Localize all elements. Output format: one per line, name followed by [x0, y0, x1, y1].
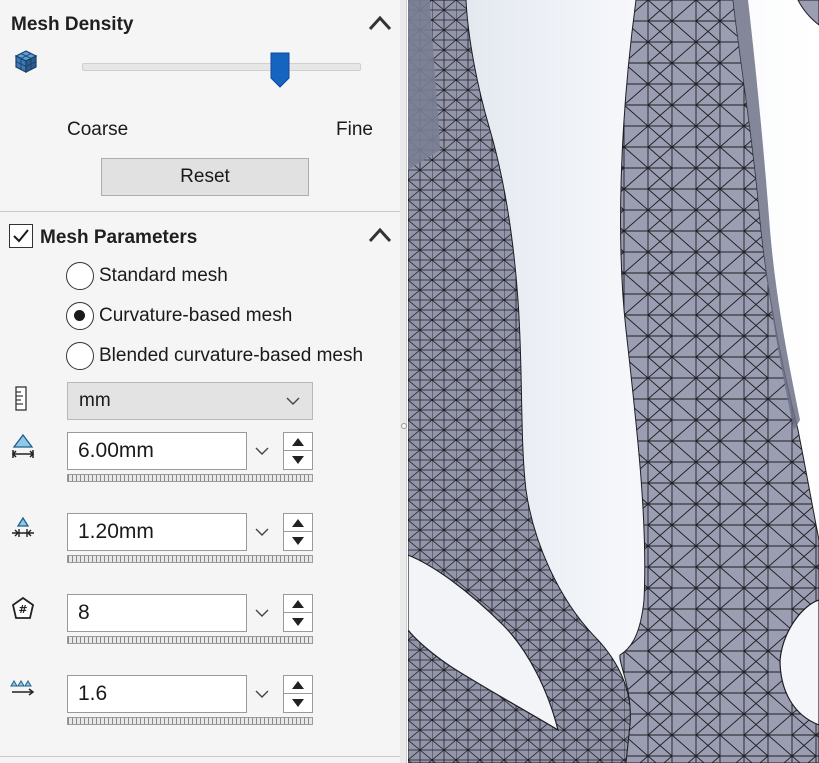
unit-select[interactable]: mm — [67, 382, 313, 420]
mesh-parameters-checkbox[interactable] — [9, 224, 33, 248]
growth-ratio-stepper[interactable] — [283, 675, 313, 713]
growth-ratio-icon — [10, 680, 35, 696]
mesh-density-slider-thumb[interactable] — [270, 52, 290, 88]
mesh-density-slider-track[interactable] — [82, 63, 361, 71]
section-divider — [0, 211, 400, 212]
triangle-down-icon — [292, 456, 304, 464]
max-element-size-value: 6.00mm — [78, 439, 154, 462]
mesh-model-view[interactable] — [408, 0, 819, 763]
min-elements-in-circle-field[interactable]: 8 — [67, 594, 247, 632]
mesh-parameters-title: Mesh Parameters — [40, 227, 198, 248]
triangle-up-icon — [292, 518, 304, 527]
section-divider — [0, 756, 400, 757]
growth-ratio-field[interactable]: 1.6 — [67, 675, 247, 713]
min-elements-in-circle-stepper[interactable] — [283, 594, 313, 632]
step-up-button[interactable] — [284, 676, 312, 694]
growth-ratio-value: 1.6 — [78, 682, 108, 705]
triangle-down-icon — [292, 537, 304, 545]
mesh-density-title: Mesh Density — [11, 14, 134, 35]
min-element-size-stepper[interactable] — [283, 513, 313, 551]
step-down-button[interactable] — [284, 532, 312, 550]
step-up-button[interactable] — [284, 595, 312, 613]
min-element-size-thumbwheel[interactable] — [67, 555, 313, 563]
radio-button[interactable] — [66, 342, 94, 370]
max-element-size-icon — [11, 433, 35, 458]
growth-ratio-thumbwheel[interactable] — [67, 717, 313, 725]
chevron-down-icon — [286, 397, 300, 405]
step-down-button[interactable] — [284, 613, 312, 631]
svg-text:#: # — [18, 603, 27, 616]
min-element-size-icon — [12, 516, 34, 537]
min-elements-in-circle-icon: # — [11, 596, 35, 619]
panel-splitter[interactable] — [400, 0, 407, 763]
min-element-size-value: 1.20mm — [78, 520, 154, 543]
chevron-down-icon[interactable] — [254, 686, 270, 702]
max-element-size-thumbwheel[interactable] — [67, 474, 313, 482]
min-element-size-field[interactable]: 1.20mm — [67, 513, 247, 551]
chevron-down-icon[interactable] — [254, 443, 270, 459]
radio-curvature-based-mesh[interactable]: Curvature-based mesh — [66, 302, 292, 330]
radio-label: Curvature-based mesh — [99, 305, 293, 326]
min-elements-in-circle-thumbwheel[interactable] — [67, 636, 313, 644]
triangle-down-icon — [292, 618, 304, 626]
radio-blended-curvature-based-mesh[interactable]: Blended curvature-based mesh — [66, 342, 363, 370]
radio-label: Blended curvature-based mesh — [99, 345, 364, 366]
property-manager-panel: Mesh Density Coarse Fine Reset Mesh Para… — [0, 0, 400, 763]
step-up-button[interactable] — [284, 514, 312, 532]
max-element-size-stepper[interactable] — [283, 432, 313, 470]
collapse-mesh-parameters-icon[interactable] — [366, 224, 394, 246]
mesh-cube-icon — [14, 50, 38, 73]
graphics-viewport[interactable] — [408, 0, 819, 763]
coarse-label: Coarse — [67, 119, 129, 140]
fine-label: Fine — [336, 119, 373, 140]
triangle-up-icon — [292, 680, 304, 689]
triangle-down-icon — [292, 699, 304, 707]
reset-button[interactable]: Reset — [101, 158, 309, 196]
collapse-mesh-density-icon[interactable] — [366, 12, 394, 34]
step-down-button[interactable] — [284, 451, 312, 469]
checkmark-icon — [13, 229, 29, 243]
radio-label: Standard mesh — [99, 265, 228, 286]
radio-standard-mesh[interactable]: Standard mesh — [66, 262, 228, 290]
splitter-handle-icon[interactable] — [401, 423, 407, 429]
chevron-down-icon[interactable] — [254, 605, 270, 621]
min-elements-in-circle-value: 8 — [78, 601, 90, 624]
step-down-button[interactable] — [284, 694, 312, 712]
radio-button[interactable] — [66, 302, 94, 330]
radio-button[interactable] — [66, 262, 94, 290]
triangle-up-icon — [292, 599, 304, 608]
max-element-size-field[interactable]: 6.00mm — [67, 432, 247, 470]
step-up-button[interactable] — [284, 433, 312, 451]
triangle-up-icon — [292, 437, 304, 446]
chevron-down-icon[interactable] — [254, 524, 270, 540]
ruler-icon — [15, 386, 27, 411]
unit-select-value: mm — [79, 390, 111, 411]
